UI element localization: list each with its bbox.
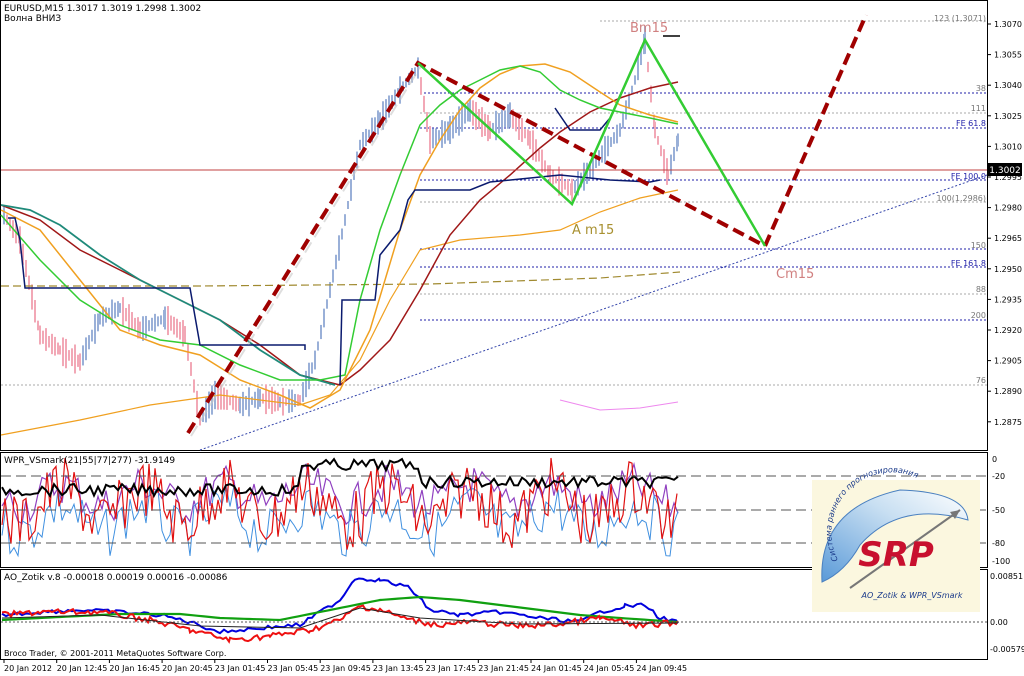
fib-label-88: 88: [976, 285, 986, 294]
fib-label-100: 100(1.2986): [936, 194, 986, 203]
logo-bottom-text: AO_Zotik & WPR_VSmark: [861, 591, 963, 600]
fib-label-fe618: FE 61.8: [956, 119, 986, 128]
current-price-label: 1.3002: [989, 166, 1021, 176]
chart-canvas[interactable]: Bm15 A m15 Cm15 123 (1.3071) 38 111 FE 6…: [0, 0, 1024, 676]
fib-label-111: 111: [971, 104, 986, 113]
fib-label-fe1618: FE 161.8: [951, 259, 986, 268]
price-tick-label: 1.3025: [994, 112, 1022, 121]
fib-label-200: 200: [971, 311, 986, 320]
ao-level-zero: 0.00: [990, 618, 1008, 627]
ao-title: AO_Zotik v.8 -0.00018 0.00019 0.00016 -0…: [4, 573, 228, 583]
price-tick-label: 1.3070: [994, 20, 1022, 29]
fib-label-123: 123 (1.3071): [934, 14, 986, 23]
wpr-level-0: 0: [992, 455, 997, 464]
logo-text: SRP: [858, 535, 934, 575]
price-tick-label: 1.2965: [994, 234, 1022, 243]
price-tick-label: 1.3040: [994, 81, 1022, 90]
price-tick-label: 1.2920: [994, 326, 1022, 335]
price-tick-label: 1.2935: [994, 295, 1022, 304]
price-tick-label: 1.3055: [994, 51, 1022, 60]
price-tick-label: 1.2980: [994, 204, 1022, 213]
time-tick-label: 23 Jan 05:45: [268, 664, 319, 673]
time-tick-label: 23 Jan 17:45: [426, 664, 477, 673]
fib-label-38: 38: [976, 84, 986, 93]
time-tick-label: 20 Jan 16:45: [109, 664, 160, 673]
chart-window[interactable]: Bm15 A m15 Cm15 123 (1.3071) 38 111 FE 6…: [0, 0, 1024, 676]
time-tick-label: 24 Jan 01:45: [531, 664, 582, 673]
fib-label-76: 76: [976, 376, 986, 385]
chart-comment: Волна ВНИЗ: [4, 14, 61, 24]
ao-level-bottom: -0.00579: [990, 645, 1024, 654]
wpr-level-20: -20: [992, 472, 1005, 481]
time-axis[interactable]: 20 Jan 2012 20 Jan 12:45 20 Jan 16:45 20 Ja…: [3, 659, 687, 673]
ao-level-top: 0.00851: [990, 572, 1023, 581]
time-tick-label: 24 Jan 05:45: [584, 664, 635, 673]
wave-label-c: Cm15: [776, 267, 814, 282]
fib-label-150: 150: [971, 241, 986, 250]
fib-label-fe100: FE 100.0: [951, 172, 986, 181]
wpr-axis: 0 -20 -50 -80 -100: [992, 455, 1010, 566]
wpr-level-100: -100: [992, 557, 1010, 566]
wave-label-a: A m15: [572, 223, 614, 238]
srp-logo: Система раннего прогнозирования SRP AO_Z…: [812, 465, 980, 612]
symbol-info: EURUSD,M15 1.3017 1.3019 1.2998 1.3002: [4, 4, 201, 14]
price-tick-label: 1.2905: [994, 357, 1022, 366]
wave-label-b: Bm15: [630, 21, 668, 36]
wpr-title: WPR_VSmark(21|55|77|277) -31.9149: [4, 456, 175, 466]
time-tick-label: 20 Jan 12:45: [57, 664, 108, 673]
time-tick-label: 23 Jan 21:45: [478, 664, 529, 673]
price-tick-label: 1.3010: [994, 142, 1022, 151]
time-tick-label: 23 Jan 09:45: [320, 664, 371, 673]
price-tick-label: 1.2890: [994, 387, 1022, 396]
copyright: Broco Trader, © 2001-2011 MetaQuotes Sof…: [4, 649, 226, 658]
time-tick-label: 24 Jan 09:45: [636, 664, 687, 673]
ao-axis: 0.00851 0.00 -0.00579: [990, 572, 1024, 654]
time-tick-label: 23 Jan 13:45: [373, 664, 424, 673]
time-tick-label: 20 Jan 2012: [4, 664, 52, 673]
main-pane[interactable]: [0, 0, 988, 451]
wpr-level-80: -80: [992, 539, 1005, 548]
price-tick-label: 1.2950: [994, 265, 1022, 274]
time-tick-label: 20 Jan 20:45: [162, 664, 213, 673]
price-tick-label: 1.2875: [994, 418, 1022, 427]
price-axis[interactable]: 1.30701.30551.30401.30251.30101.29951.29…: [987, 20, 1022, 427]
wpr-level-50: -50: [992, 506, 1005, 515]
time-tick-label: 23 Jan 01:45: [215, 664, 266, 673]
